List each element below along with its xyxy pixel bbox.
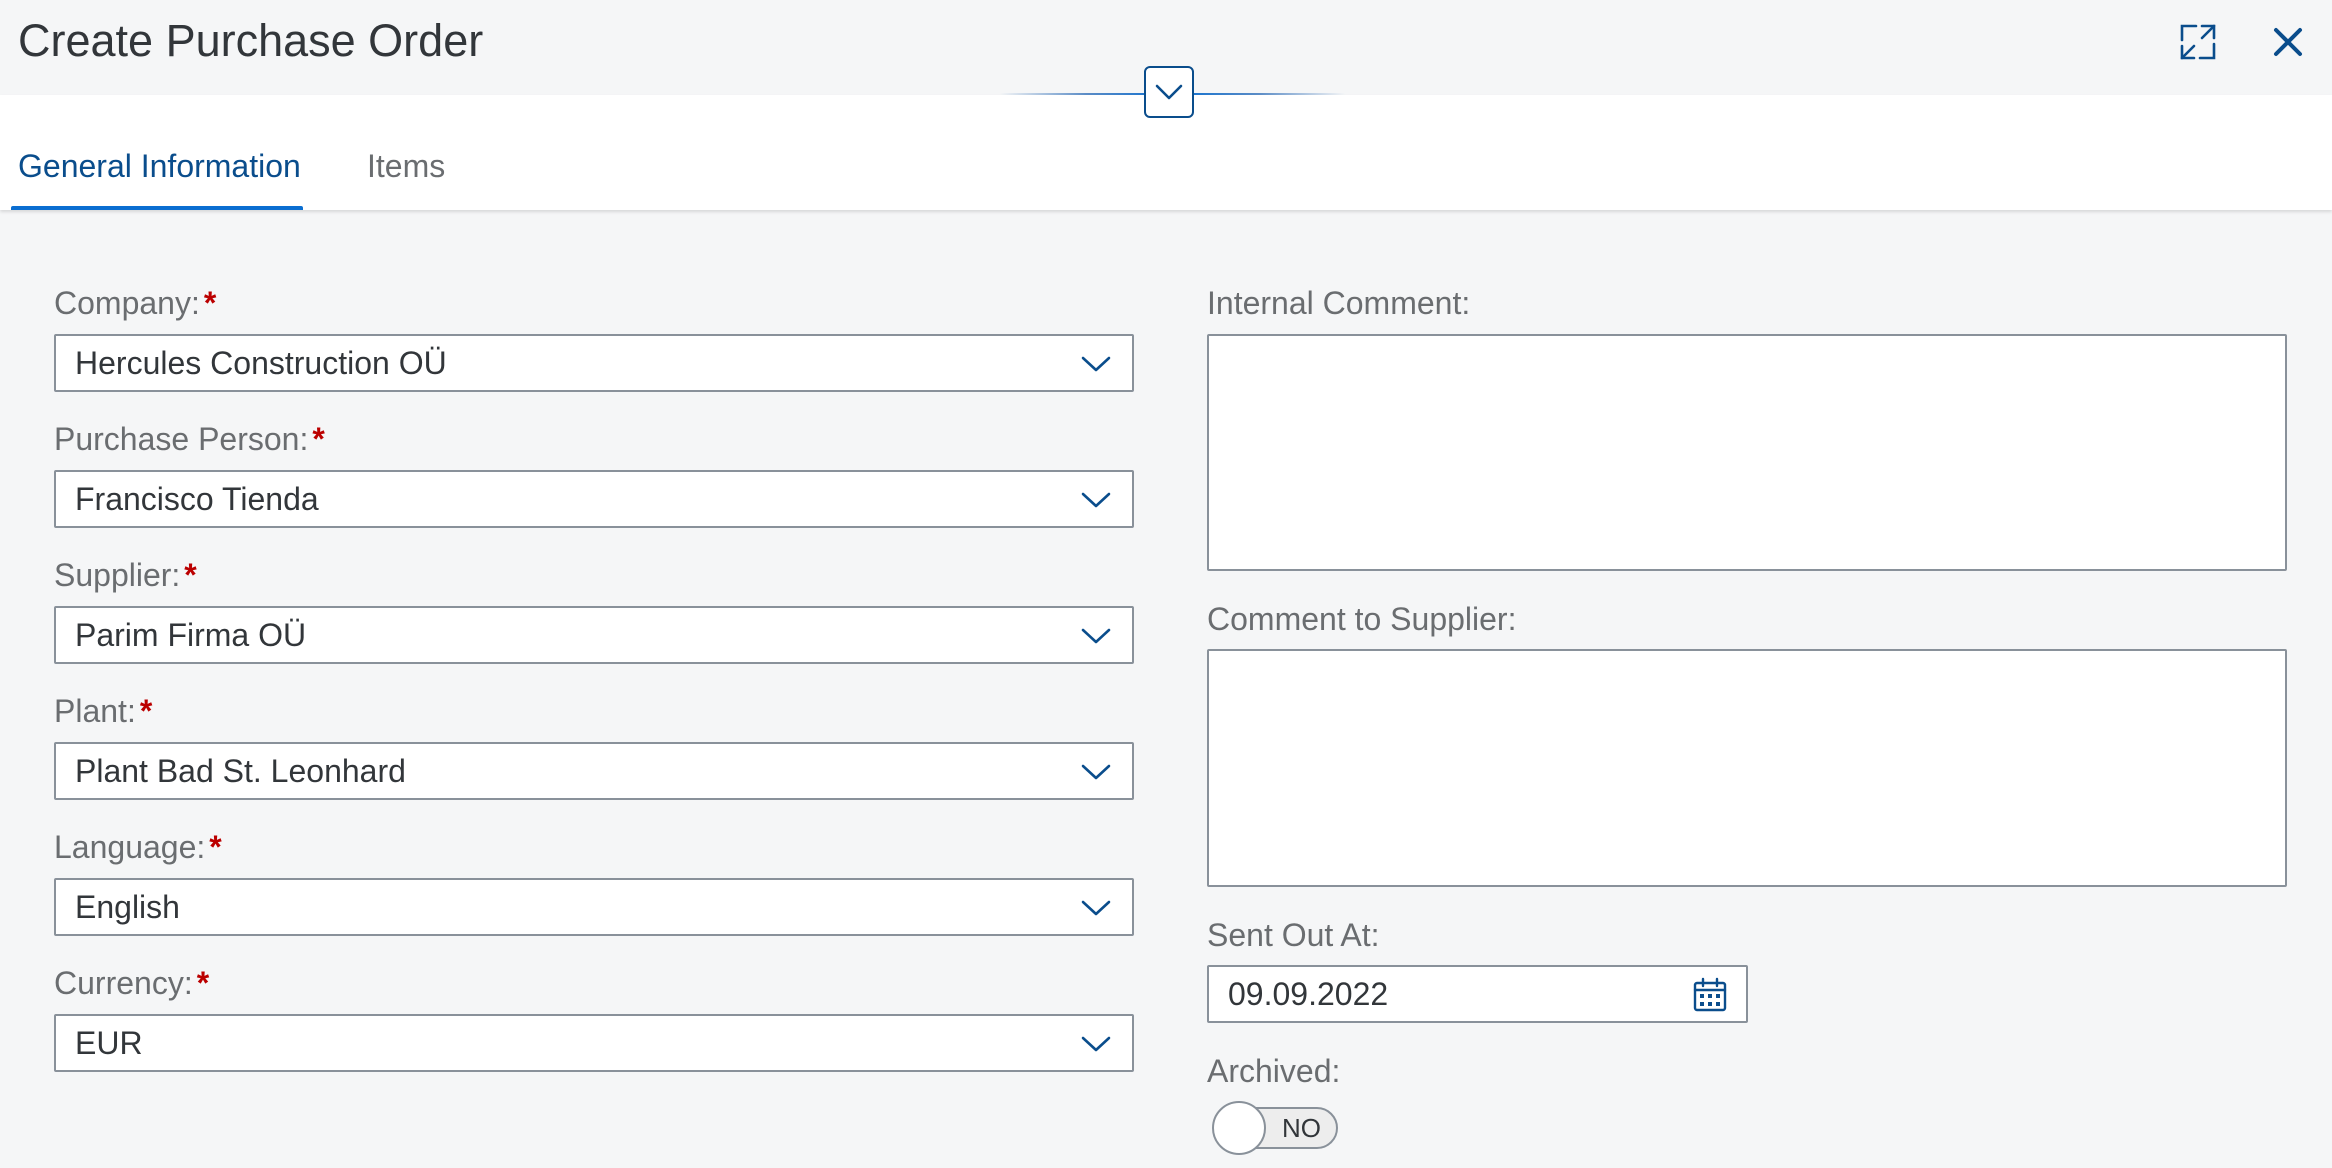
tab-general-information[interactable]: General Information [18,146,301,186]
currency-select[interactable]: EUR [54,1014,1134,1072]
chevron-down-icon [1081,492,1111,508]
chevron-down-icon [1081,900,1111,916]
currency-label-text: Currency: [54,965,193,1001]
chevron-down-icon [1081,764,1111,780]
required-marker: * [312,421,325,457]
switch-handle [1212,1101,1266,1155]
currency-label: Currency: * [54,963,209,1003]
currency-value: EUR [75,1025,143,1061]
required-marker: * [196,965,210,1001]
purchase-person-label-text: Purchase Person: [54,421,309,457]
supplier-label: Supplier: * [54,555,197,595]
close-icon [2274,28,2302,56]
purchase-person-select[interactable]: Francisco Tienda [54,470,1134,528]
archived-label: Archived: [1207,1053,1341,1089]
comment-to-supplier-textarea[interactable] [1207,649,2287,887]
internal-comment-label: Internal Comment: [1207,285,1471,321]
sent-out-at-value: 09.09.2022 [1228,976,1389,1012]
chevron-down-icon [1081,356,1111,372]
comment-to-supplier-label: Comment to Supplier: [1207,601,1517,637]
chevron-down-icon [1081,1036,1111,1052]
calendar-icon[interactable] [1692,977,1728,1013]
language-label: Language: * [54,827,222,867]
plant-label: Plant: * [54,691,152,731]
plant-label-text: Plant: [54,693,136,729]
purchase-person-value: Francisco Tienda [75,481,319,517]
tab-items[interactable]: Items [367,146,445,186]
supplier-select[interactable]: Parim Firma OÜ [54,606,1134,664]
required-marker: * [184,557,197,593]
page-title: Create Purchase Order [18,15,484,66]
chevron-down-icon [1081,628,1111,644]
language-value: English [75,889,180,925]
language-select[interactable]: English [54,878,1134,936]
company-value: Hercules Construction OÜ [75,345,447,381]
chevron-down-icon [1155,84,1183,100]
company-label-text: Company: [54,285,200,321]
collapse-header-button[interactable] [1144,66,1194,118]
active-tab-indicator [11,206,303,210]
required-marker: * [203,285,217,321]
archived-switch[interactable]: NO [1212,1101,1340,1155]
required-marker: * [209,829,222,865]
plant-value: Plant Bad St. Leonhard [75,753,406,789]
required-marker: * [139,693,153,729]
language-label-text: Language: [54,829,206,865]
switch-state-text: NO [1282,1113,1321,1143]
supplier-label-text: Supplier: [54,557,181,593]
plant-select[interactable]: Plant Bad St. Leonhard [54,742,1134,800]
company-label: Company: * [54,283,216,323]
close-button[interactable] [2266,20,2310,64]
fullscreen-button[interactable] [2176,20,2220,64]
sent-out-at-label: Sent Out At: [1207,917,1380,953]
internal-comment-textarea[interactable] [1207,334,2287,571]
supplier-value: Parim Firma OÜ [75,617,307,653]
fullscreen-icon [2180,24,2216,60]
company-select[interactable]: Hercules Construction OÜ [54,334,1134,392]
sent-out-at-date-picker[interactable]: 09.09.2022 [1207,965,1748,1023]
purchase-person-label: Purchase Person: * [54,419,325,459]
